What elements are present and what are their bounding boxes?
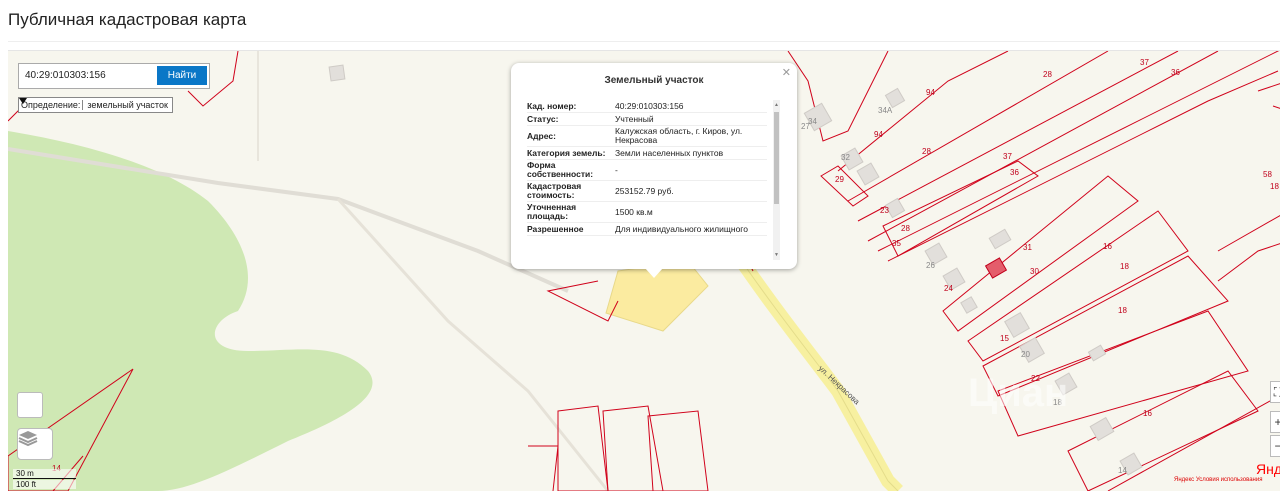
popup-row-key: Разрешенное [527, 223, 584, 234]
plot-label: 20 [1021, 350, 1030, 359]
popup-row: Статус: Учтенный [527, 113, 767, 126]
definition-select[interactable]: земельный участок [19, 98, 172, 110]
plot-label: 32 [841, 153, 850, 162]
layers-button[interactable] [17, 428, 53, 460]
building [884, 87, 906, 109]
popup-row: Кадастровая стоимость: 253152.79 руб. [527, 181, 767, 202]
definition-selected: земельный участок [87, 100, 168, 110]
plot-label: 29 [835, 175, 844, 184]
plot-label: 34А [878, 106, 893, 115]
forest-area [8, 131, 373, 491]
popup-row-value: 1500 кв.м [615, 206, 653, 217]
title-divider [8, 41, 1280, 42]
search-button[interactable]: Найти [157, 66, 207, 85]
watermark-text: Циан [968, 371, 1069, 415]
zoom-in-button[interactable]: + [1270, 411, 1280, 433]
popup-title: Земельный участок [604, 75, 704, 86]
cadastral-search-input[interactable] [23, 66, 155, 84]
plot-label: 16 [1143, 409, 1152, 418]
plot-label: 18 [1270, 182, 1279, 191]
building [1087, 344, 1107, 362]
popup-row-key: Форма собственности: [527, 160, 594, 179]
popup-row: Разрешенное Для индивидуального жилищного [527, 223, 767, 236]
highlighted-building [984, 257, 1008, 279]
plot-label: 18 [1120, 262, 1129, 271]
scroll-thumb[interactable] [774, 112, 779, 204]
plot-label: 28 [1043, 70, 1052, 79]
definition-selector[interactable]: Определение: земельный участок [18, 97, 173, 113]
yandex-terms-link[interactable]: Яндекс Условия использования [1174, 477, 1262, 483]
building [988, 228, 1012, 250]
popup-row-value: 253152.79 руб. [615, 185, 674, 196]
map-tool-button[interactable] [17, 392, 43, 418]
plot-label: 58 [1263, 170, 1272, 179]
definition-label: Определение: [21, 100, 81, 110]
popup-row-value: - [615, 164, 618, 175]
plot-label: 31 [1023, 243, 1032, 252]
popup-row-value: 40:29:010303:156 [615, 100, 684, 111]
building [328, 64, 346, 82]
popup-pointer [645, 268, 663, 278]
popup-row-key: Кад. номер: [527, 100, 577, 111]
scroll-up-icon[interactable]: ▲ [774, 102, 779, 108]
plot-label: 94 [874, 130, 883, 139]
zoom-out-button[interactable]: − [1270, 435, 1280, 457]
search-bar: Найти [18, 63, 210, 89]
popup-row-value: Земли населенных пунктов [615, 147, 724, 158]
plot-label: 37 [1140, 58, 1149, 67]
popup-row: Кад. номер: 40:29:010303:156 [527, 100, 767, 113]
building [960, 296, 978, 314]
layers-icon [18, 431, 38, 447]
yandex-logo: Янд [1256, 461, 1280, 477]
popup-scrollbar[interactable]: ▲ ▼ [773, 100, 780, 260]
page-title: Публичная кадастровая карта [8, 10, 247, 29]
plot-label: 18 [1118, 306, 1127, 315]
popup-row-key: Уточненная площадь: [527, 202, 577, 221]
popup-row-value: Для индивидуального жилищного [615, 223, 748, 234]
plot-label: 24 [944, 284, 953, 293]
plot-label: 28 [922, 147, 931, 156]
scale-metric: 30 m [13, 469, 76, 479]
chevron-down-icon [19, 98, 27, 104]
scale-imperial: 100 ft [13, 480, 76, 489]
popup-row-key: Статус: [527, 113, 559, 124]
plot-label: 36 [1010, 168, 1019, 177]
plot-label: 34 [808, 117, 817, 126]
scroll-down-icon[interactable]: ▼ [774, 252, 779, 258]
plot-label: 94 [926, 88, 935, 97]
building [856, 162, 880, 186]
cadastral-map[interactable]: 94 28 37 36 27 34 34А 94 28 32 37 29 36 23 28 35 31 16 26 3… [8, 50, 1280, 491]
map-scale: 30 m 100 ft [10, 469, 76, 491]
plot-label: 30 [1030, 267, 1039, 276]
plot-label: 35 [892, 239, 901, 248]
plot-label: 15 [1000, 334, 1009, 343]
popup-row-value: Учтенный [615, 113, 654, 124]
plot-label: 26 [926, 261, 935, 270]
popup-row-key: Кадастровая стоимость: [527, 181, 582, 200]
popup-row-value: Калужская область, г. Киров, ул. Некрасо… [615, 126, 743, 145]
plot-info-popup: ✕ Земельный участок Кад. номер: 40:29:010… [511, 63, 797, 278]
popup-row: Форма собственности: - [527, 160, 767, 181]
plot-label: 36 [1171, 68, 1180, 77]
fullscreen-button[interactable]: ⛶ [1270, 381, 1280, 403]
plot-label: 28 [901, 224, 910, 233]
popup-row: Адрес: Калужская область, г. Киров, ул. Н… [527, 126, 767, 147]
popup-row: Категория земель: Земли населенных пункто… [527, 147, 767, 160]
popup-details: Кад. номер: 40:29:010303:156 Статус: Учтенн… [527, 100, 767, 262]
popup-row-key: Категория земель: [527, 147, 606, 158]
plot-label: 14 [1118, 466, 1127, 475]
popup-row: Уточненная площадь: 1500 кв.м [527, 202, 767, 223]
plot-label: 16 [1103, 242, 1112, 251]
plot-label: 23 [880, 206, 889, 215]
plot-label: 15 [8, 51, 17, 53]
building [1089, 416, 1115, 442]
popup-row-key: Адрес: [527, 130, 556, 141]
plot-label: 37 [1003, 152, 1012, 161]
